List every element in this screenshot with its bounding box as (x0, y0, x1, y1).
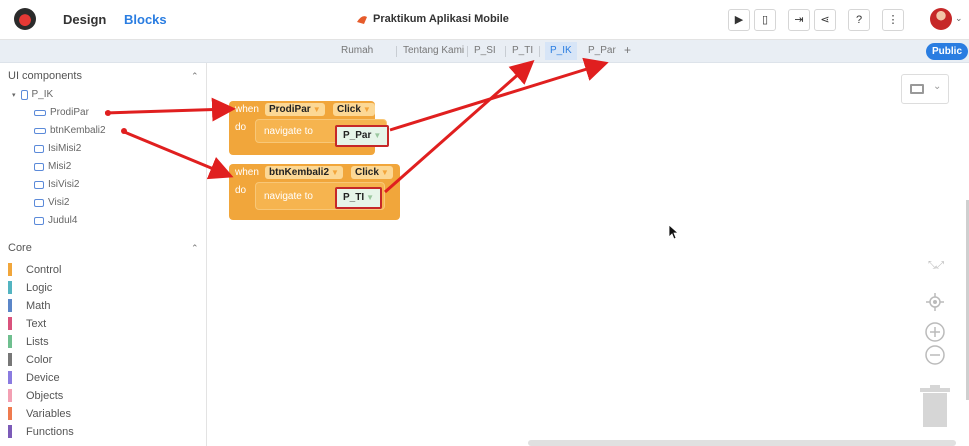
arrow-prodipar-to-block (104, 97, 236, 122)
arrow-p-ti-chip-to-tab (384, 60, 535, 194)
device-icon (910, 84, 924, 94)
horizontal-scrollbar[interactable] (528, 440, 956, 446)
chevron-down-icon: ⌄ (933, 81, 942, 92)
arrow-p-par-chip-to-tab (389, 57, 609, 132)
zoom-in-icon[interactable] (925, 322, 945, 342)
fullscreen-icon[interactable]: ⤡⤢ (928, 261, 944, 271)
annotation-arrows (104, 57, 609, 194)
recenter-icon[interactable] (926, 293, 944, 311)
zoom-out-icon[interactable] (925, 345, 945, 365)
workspace-options-dropdown[interactable]: ⌄ (901, 74, 949, 104)
cursor-icon (668, 224, 680, 240)
trash-icon[interactable] (919, 385, 951, 427)
arrow-btnkembali2-to-block (121, 129, 234, 180)
